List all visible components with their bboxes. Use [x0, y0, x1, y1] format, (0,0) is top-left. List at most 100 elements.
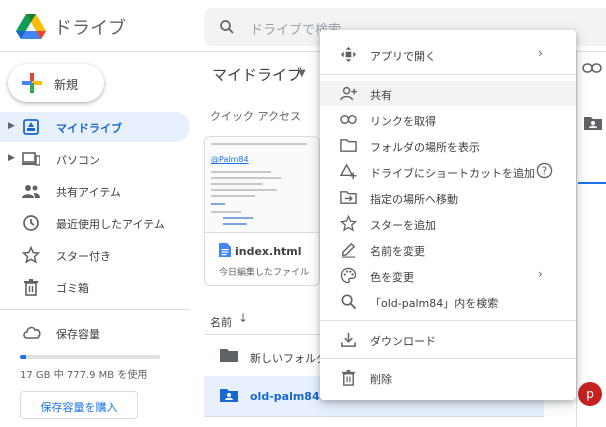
- menu-divider: [320, 74, 576, 75]
- chevron-down-icon[interactable]: ▼: [298, 68, 306, 79]
- open-with-icon: [340, 46, 357, 63]
- folder-icon: [220, 349, 238, 362]
- sidebar-item-recent[interactable]: 最近使用したアイテム: [0, 208, 190, 238]
- expand-caret-icon[interactable]: ▶: [8, 153, 15, 163]
- menu-item-label: ドライブにショートカットを追加: [370, 167, 535, 180]
- add-shortcut-icon: [340, 163, 357, 180]
- thumbnail-link-line: [211, 203, 225, 205]
- storage-progress-bar: [20, 355, 160, 359]
- menu-item-label: ダウンロード: [370, 335, 436, 348]
- menu-item-change-color[interactable]: 色を変更 ›: [320, 263, 576, 288]
- quick-access-title: クイック アクセス: [210, 110, 301, 123]
- menu-item-add-star[interactable]: スターを追加: [320, 211, 576, 236]
- menu-item-rename[interactable]: 名前を変更: [320, 237, 576, 262]
- arrow-down-icon[interactable]: ↓: [238, 311, 248, 325]
- menu-item-download[interactable]: ダウンロード: [320, 327, 576, 352]
- cloud-icon: [23, 326, 41, 339]
- chevron-right-icon: ›: [538, 46, 543, 60]
- help-icon[interactable]: ?: [536, 162, 553, 179]
- sidebar-item-label: 共有アイテム: [56, 186, 121, 199]
- sidebar-item-label: パソコン: [56, 154, 100, 167]
- file-name: index.html: [235, 245, 302, 258]
- thumbnail-line: [211, 177, 281, 179]
- move-icon: [340, 191, 357, 204]
- clock-icon: [23, 215, 39, 231]
- menu-item-label: 名前を変更: [370, 245, 425, 258]
- thumbnail-link-line: [223, 217, 253, 219]
- new-button-label: 新規: [54, 78, 79, 92]
- plus-icon: [22, 73, 42, 93]
- menu-item-get-link[interactable]: リンクを取得: [320, 107, 576, 132]
- sort-by-name[interactable]: 名前: [210, 314, 232, 330]
- thumbnail-line: [211, 183, 263, 185]
- sidebar-item-shared[interactable]: 共有アイテム: [0, 176, 190, 206]
- menu-item-label: 指定の場所へ移動: [370, 193, 458, 206]
- menu-item-label: スターを追加: [370, 219, 436, 232]
- thumbnail-line: [211, 171, 271, 173]
- shared-folder-icon: [220, 389, 238, 402]
- sidebar-item-label: ゴミ箱: [56, 282, 89, 295]
- sidebar-item-my-drive[interactable]: ▶ マイドライブ: [0, 112, 190, 142]
- avatar[interactable]: p: [578, 382, 602, 406]
- menu-item-search-in-folder[interactable]: 「old-palm84」内を検索: [320, 289, 576, 314]
- menu-divider: [320, 320, 576, 321]
- menu-item-add-shortcut[interactable]: ドライブにショートカットを追加 ?: [320, 159, 576, 184]
- computer-icon: [22, 152, 40, 166]
- document-icon: [219, 243, 231, 257]
- menu-item-label: 色を変更: [370, 271, 414, 284]
- thumbnail-line: [211, 189, 277, 191]
- palette-icon: [340, 267, 357, 284]
- sidebar-item-label: スター付き: [56, 250, 111, 263]
- my-drive-icon: [23, 119, 39, 135]
- star-icon: [340, 215, 357, 232]
- menu-item-label: 削除: [370, 373, 392, 386]
- page-title[interactable]: マイドライブ: [212, 64, 302, 85]
- share-person-icon: [340, 86, 357, 101]
- expand-caret-icon[interactable]: ▶: [8, 121, 15, 131]
- shared-folder-icon: [584, 117, 602, 130]
- sidebar-item-label: マイドライブ: [56, 122, 122, 135]
- file-thumbnail: @Palm84: [205, 137, 319, 233]
- shared-icon: [22, 185, 40, 198]
- quick-access-card[interactable]: @Palm84 index.html 今日編集したファイル: [204, 136, 320, 286]
- thumbnail-line: [211, 211, 241, 213]
- svg-text:?: ?: [542, 165, 548, 177]
- sidebar-item-computers[interactable]: ▶ パソコン: [0, 144, 190, 174]
- pencil-icon: [341, 242, 356, 258]
- row-name: old-palm84: [250, 390, 320, 403]
- menu-item-label: リンクを取得: [370, 115, 436, 128]
- app-title: ドライブ: [54, 18, 126, 39]
- google-drive-logo[interactable]: [16, 12, 46, 40]
- menu-item-delete[interactable]: 削除: [320, 365, 576, 390]
- thumbnail-heading: @Palm84: [211, 155, 249, 164]
- menu-item-label: フォルダの場所を表示: [370, 141, 480, 154]
- sidebar-item-trash[interactable]: ゴミ箱: [0, 272, 190, 302]
- trash-icon: [341, 369, 356, 386]
- menu-item-move[interactable]: 指定の場所へ移動: [320, 185, 576, 210]
- menu-item-show-location[interactable]: フォルダの場所を表示: [320, 133, 576, 158]
- storage-label[interactable]: 保存容量: [56, 326, 100, 342]
- buy-storage-label: 保存容量を購入: [40, 401, 118, 414]
- search-icon[interactable]: [218, 18, 236, 36]
- sidebar-item-label: 最近使用したアイテム: [56, 218, 165, 231]
- star-icon: [22, 246, 40, 264]
- storage-progress-fill: [20, 355, 27, 359]
- menu-divider: [320, 358, 576, 359]
- thumbnail-link-line: [223, 223, 247, 225]
- list-divider: [204, 416, 544, 417]
- menu-item-label: 「old-palm84」内を検索: [370, 297, 499, 310]
- context-menu: アプリで開く › 共有 リンクを取得 フォルダの場所を表示 ドライブにショートカ…: [320, 30, 576, 400]
- search-icon: [341, 294, 357, 310]
- sidebar-item-starred[interactable]: スター付き: [0, 240, 190, 270]
- sidebar-divider: [0, 309, 190, 310]
- new-button[interactable]: 新規: [8, 64, 104, 102]
- chevron-right-icon: ›: [538, 267, 543, 281]
- buy-storage-button[interactable]: 保存容量を購入: [20, 391, 138, 419]
- thumbnail-line: [211, 195, 255, 197]
- details-pane-border: [576, 50, 577, 427]
- folder-icon: [340, 139, 357, 152]
- storage-usage-text: 17 GB 中 777.9 MB を使用: [20, 370, 148, 381]
- menu-item-share[interactable]: 共有: [320, 81, 576, 106]
- menu-item-open-with[interactable]: アプリで開く ›: [320, 42, 576, 67]
- link-icon[interactable]: [582, 62, 602, 74]
